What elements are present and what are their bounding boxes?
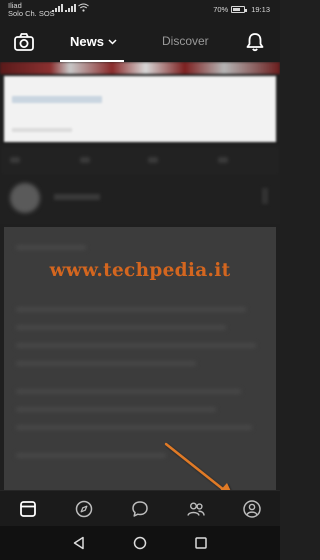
bottom-navigation bbox=[0, 490, 280, 527]
avatar bbox=[10, 183, 40, 213]
tab-news[interactable]: News bbox=[70, 34, 117, 49]
home-circle-icon[interactable] bbox=[133, 536, 147, 550]
recents-square-icon[interactable] bbox=[194, 536, 208, 550]
carrier-status: Solo Ch. SOS bbox=[8, 9, 55, 18]
feed-card-blurred bbox=[4, 76, 276, 142]
tab-discover[interactable]: Discover bbox=[162, 34, 209, 48]
top-bar: News Discover bbox=[0, 22, 280, 62]
wifi-icon bbox=[78, 3, 89, 12]
clock: 19:13 bbox=[251, 5, 270, 14]
author-name-blurred bbox=[54, 194, 100, 200]
chat-bubble-icon[interactable] bbox=[130, 499, 150, 519]
camera-icon[interactable] bbox=[13, 31, 35, 53]
news-feed[interactable]: www.techpedia.it bbox=[0, 62, 280, 490]
post-header-blurred bbox=[0, 176, 280, 224]
tab-news-label: News bbox=[70, 34, 104, 49]
feed-actions-blurred bbox=[0, 146, 280, 176]
profile-icon[interactable] bbox=[242, 499, 262, 519]
people-icon[interactable] bbox=[186, 499, 206, 519]
signal-icon bbox=[52, 4, 63, 12]
back-triangle-icon[interactable] bbox=[72, 536, 86, 550]
battery-icon bbox=[231, 6, 248, 13]
more-options-icon bbox=[262, 188, 268, 204]
home-feed-icon[interactable] bbox=[18, 499, 38, 519]
compass-icon[interactable] bbox=[74, 499, 94, 519]
carrier-info: Iliad Solo Ch. SOS bbox=[8, 2, 55, 18]
watermark: www.techpedia.it bbox=[49, 260, 231, 281]
chevron-down-icon bbox=[108, 38, 117, 45]
bell-icon[interactable] bbox=[244, 31, 266, 53]
feed-image-blurred bbox=[0, 62, 280, 74]
system-navigation-bar bbox=[0, 526, 280, 560]
signal-icon-secondary bbox=[65, 4, 76, 12]
status-bar: Iliad Solo Ch. SOS 70% 19:13 bbox=[0, 0, 280, 22]
battery-percent: 70% bbox=[213, 5, 229, 14]
